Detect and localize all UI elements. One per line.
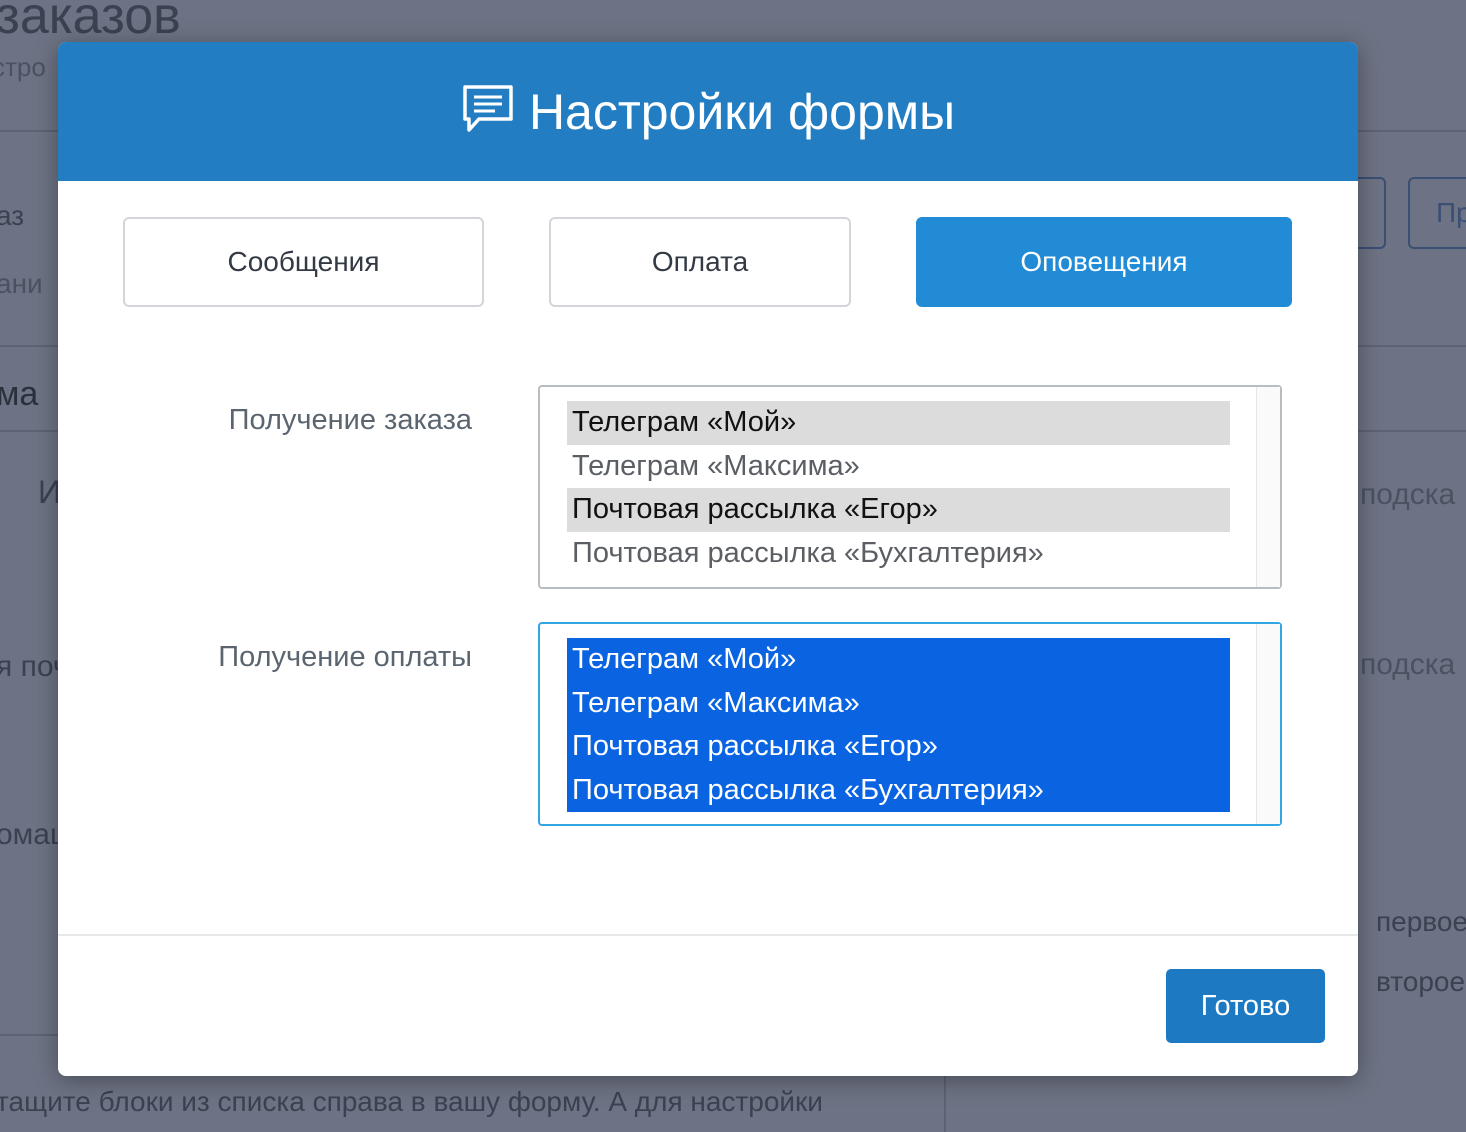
bg-option: первое (1376, 906, 1466, 937)
list-option[interactable]: Телеграм «Мой» (567, 401, 1230, 445)
tab-messages[interactable]: Сообщения (123, 217, 484, 307)
listbox-scrollbar[interactable] (1256, 624, 1280, 824)
bg-input-placeholder: подска (1360, 478, 1456, 511)
bg-text-fragment: аз (0, 200, 25, 231)
order-receipt-label: Получение заказа (228, 404, 472, 436)
list-option[interactable]: Почтовая рассылка «Егор» (567, 725, 1230, 769)
bg-page-subtitle: стро (0, 52, 46, 82)
tab-notifications[interactable]: Оповещения (916, 217, 1292, 307)
bg-divider (0, 345, 58, 347)
bg-instruction-text: тащите блоки из списка справа в вашу фор… (0, 1086, 823, 1117)
list-option[interactable]: Почтовая рассылка «Бухгалтерия» (567, 532, 1230, 576)
bg-text-fragment: ани (0, 268, 43, 299)
bg-divider (0, 1034, 58, 1036)
bg-divider (1358, 345, 1466, 347)
bg-divider (1358, 130, 1466, 132)
bg-divider (1358, 430, 1466, 432)
bg-option: второе (1376, 966, 1466, 997)
listbox-scrollbar[interactable] (1256, 387, 1280, 587)
list-option[interactable]: Телеграм «Мой» (567, 638, 1230, 682)
bg-input-placeholder: подска (1360, 648, 1456, 681)
list-option[interactable]: Телеграм «Максима» (567, 681, 1230, 725)
form-settings-dialog: Настройки формы Сообщения Оплата Оповеще… (58, 42, 1358, 1076)
payment-receipt-listbox[interactable]: Телеграм «Мой» Телеграм «Максима» Почтов… (538, 622, 1282, 826)
bg-page-title: заказов (0, 0, 181, 45)
tab-payment[interactable]: Оплата (549, 217, 851, 307)
list-option[interactable]: Почтовая рассылка «Егор» (567, 488, 1230, 532)
dialog-header: Настройки формы (58, 42, 1358, 181)
dialog-title: Настройки формы (528, 83, 956, 140)
bg-button-label: Пр (1436, 197, 1466, 228)
chat-message-icon (463, 84, 513, 132)
bg-divider (944, 1076, 946, 1132)
bg-section-heading: ма (0, 375, 39, 413)
list-option[interactable]: Почтовая рассылка «Бухгалтерия» (567, 768, 1230, 812)
bg-button: Пр (1408, 177, 1466, 249)
order-receipt-listbox[interactable]: Телеграм «Мой» Телеграм «Максима» Почтов… (538, 385, 1282, 589)
done-button[interactable]: Готово (1166, 969, 1325, 1043)
bg-divider (0, 130, 58, 132)
footer-divider (58, 934, 1358, 936)
bg-divider (0, 430, 58, 432)
list-option[interactable]: Телеграм «Максима» (567, 445, 1230, 489)
payment-receipt-label: Получение оплаты (218, 641, 472, 673)
